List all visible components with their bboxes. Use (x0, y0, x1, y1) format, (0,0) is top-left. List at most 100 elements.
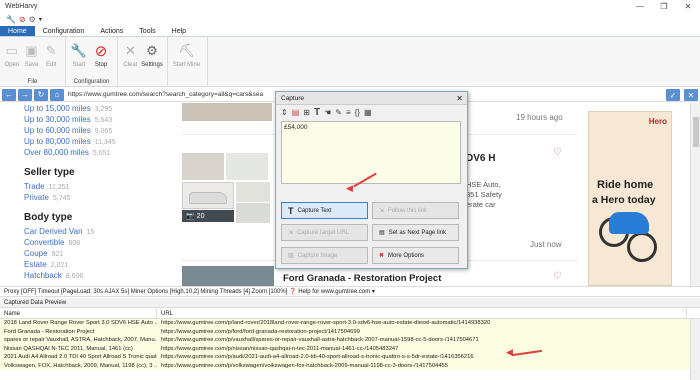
table-row[interactable]: 2018 Land Rover Range Rover Sport 3.0 SD… (0, 319, 700, 328)
capture-url-button[interactable]: ⇲ Capture target URL (281, 224, 368, 241)
pencil-icon[interactable]: ✎ (335, 108, 342, 117)
filter-body-estate[interactable]: Estate 2,021 (24, 259, 154, 270)
url-field[interactable]: https://www.gumtree.com/search?search_ca… (68, 91, 263, 98)
file-group: ▭ Open ▣ Save ✎ Edit File (0, 37, 66, 87)
gear-icon: ⚙ (146, 43, 158, 58)
button-label: Capture target URL (297, 229, 350, 236)
filter-mileage-2[interactable]: Up to 30,000 miles 5,543 (24, 114, 154, 125)
document-icon[interactable]: ▤ (292, 108, 300, 117)
dropdown-icon[interactable]: ▾ (39, 16, 42, 23)
close-icon[interactable]: ✕ (456, 92, 463, 105)
restore-button[interactable]: ❐ (652, 0, 676, 13)
listing-title[interactable]: Ford Granada - Restoration Project (283, 273, 441, 284)
cell-url: https://www.gumtree.com/p/land-rover/201… (161, 320, 491, 326)
clear-button[interactable]: ✕ Clear (121, 39, 140, 87)
filter-body-hatchback[interactable]: Hatchback 8,606 (24, 270, 154, 281)
table-icon[interactable]: ▦ (364, 108, 372, 117)
cell-name: 2021 Audi A4 Allroad 2.0 TDI 40 Sport Al… (4, 354, 157, 360)
ribbon-tabs: Home Configuration Actions Tools Help (0, 26, 700, 37)
list-icon[interactable]: ≡ (346, 108, 351, 117)
configuration-group: 🔧 Start ⊘ Stop Configuration (66, 37, 118, 87)
chevron-down-icon[interactable]: ▾ (372, 289, 375, 295)
filter-mileage-1[interactable]: Up to 15,000 miles 3,295 (24, 103, 154, 114)
listing-title-fragment[interactable]: DV6 H (466, 153, 495, 164)
heart-icon[interactable]: ♡ (553, 271, 562, 282)
filter-count: 3,295 (94, 106, 113, 113)
listing-description: HSE Auto, 851 Safety erate car (466, 180, 502, 210)
filter-mileage-3[interactable]: Up to 60,000 miles 9,065 (24, 125, 154, 136)
html-icon[interactable]: ⊞ (303, 108, 310, 117)
wrench-icon[interactable]: 🔧 (6, 15, 16, 24)
tab-configuration[interactable]: Configuration (35, 26, 93, 36)
filter-mileage-5[interactable]: Over 80,000 miles 5,651 (24, 147, 154, 158)
hand-icon[interactable]: ☚ (324, 108, 331, 117)
tab-home[interactable]: Home (0, 26, 35, 36)
back-button[interactable]: ← (2, 88, 16, 101)
listing-thumb[interactable] (182, 153, 224, 180)
filter-count: 5,745 (52, 195, 71, 202)
cell-url: https://www.gumtree.com/p/nissan/nissan-… (161, 345, 399, 352)
column-header-url[interactable]: URL (157, 309, 687, 318)
heart-icon[interactable]: ♡ (553, 147, 562, 158)
filter-label: Convertible (24, 238, 65, 247)
text-icon[interactable]: T (314, 107, 320, 118)
tab-actions[interactable]: Actions (92, 26, 131, 36)
capture-text-button[interactable]: T Capture Text (281, 202, 368, 219)
filter-label: Up to 15,000 miles (24, 104, 91, 113)
close-window-button[interactable]: ✕ (676, 0, 700, 13)
capture-image-button[interactable]: ▨ Capture Image (281, 247, 368, 264)
tab-tools[interactable]: Tools (131, 26, 163, 36)
listing-thumb[interactable] (236, 182, 270, 202)
button-label: Follow this link (388, 207, 428, 214)
settings-button[interactable]: ⚙ Settings (141, 39, 163, 87)
table-row[interactable]: Ford Granada - Restoration Project https:… (0, 327, 700, 336)
filter-count: 11,251 (48, 184, 70, 191)
listing-image-top[interactable] (182, 103, 272, 121)
cancel-button[interactable]: ✕ (684, 89, 698, 101)
table-row[interactable]: 2021 Audi A4 Allroad 2.0 TDI 40 Sport Al… (0, 353, 700, 362)
home-button[interactable]: ⌂ (50, 88, 64, 101)
image-icon: ▨ (288, 253, 294, 259)
expand-icon[interactable]: ⇕ (281, 108, 288, 117)
browser-scrollbar[interactable] (690, 103, 700, 286)
forward-button[interactable]: → (18, 88, 32, 101)
listing-thumb[interactable] (226, 153, 268, 180)
listing-thumb[interactable] (236, 203, 270, 223)
listing-time: Just now (530, 240, 562, 249)
filter-mileage-4[interactable]: Up to 80,000 miles 11,345 (24, 136, 154, 147)
filter-body-coupe[interactable]: Coupe 921 (24, 248, 154, 259)
settings-icon[interactable]: ⚙ (29, 15, 36, 24)
table-row[interactable]: Volkswagen, FOX, Hatchback, 2009, Manual… (0, 361, 700, 370)
code-icon[interactable]: {} (355, 108, 360, 117)
ribbon: ▭ Open ▣ Save ✎ Edit File 🔧 Start ⊘ Stop Conf… (0, 37, 700, 87)
reload-button[interactable]: ↻ (34, 88, 48, 101)
button-label: More Options (388, 252, 425, 259)
table-row[interactable]: Nissan QASHQAI N-TEC 2011, Manual, 1461 … (0, 344, 700, 353)
mine-group: ⛏ Start Mine (168, 37, 208, 87)
filter-count: 11,345 (94, 139, 116, 146)
next-page-button[interactable]: ▤ Set as Next Page link (372, 224, 459, 241)
preview-scrollbar[interactable] (690, 319, 700, 380)
scroll-thumb[interactable] (693, 117, 699, 147)
help-link[interactable]: Help for www.gumtree.com (298, 289, 370, 295)
column-header-name[interactable]: Name (0, 309, 157, 318)
cell-url: https://www.gumtree.com/p/ford/ford-gran… (161, 328, 360, 335)
advert-banner[interactable]: Hero Ride home a Hero today (588, 111, 672, 286)
listing-image[interactable] (182, 266, 274, 286)
stop-icon[interactable]: ⊘ (19, 15, 26, 24)
dialog-title: Capture (281, 95, 305, 102)
listing-main-image[interactable] (182, 182, 234, 209)
minimize-button[interactable]: — (628, 0, 652, 13)
follow-link-button[interactable]: ⇲ Follow this link (372, 202, 459, 219)
filter-seller-trade[interactable]: Trade 11,251 (24, 181, 154, 192)
arrowhead-icon: ◀ (346, 183, 353, 193)
filter-body-convertible[interactable]: Convertible 808 (24, 237, 154, 248)
tab-help[interactable]: Help (164, 26, 194, 36)
start-mine-button[interactable]: ⛏ Start Mine (171, 39, 202, 87)
filter-seller-private[interactable]: Private 5,745 (24, 192, 154, 203)
more-options-button[interactable]: ✖ More Options (372, 247, 459, 264)
confirm-button[interactable]: ✓ (666, 89, 680, 101)
table-row[interactable]: spares or repair Vauxhall, ASTRA, Hatchb… (0, 336, 700, 345)
filter-body-van[interactable]: Car Derived Van 15 (24, 226, 154, 237)
filter-count: 8,606 (65, 273, 84, 280)
